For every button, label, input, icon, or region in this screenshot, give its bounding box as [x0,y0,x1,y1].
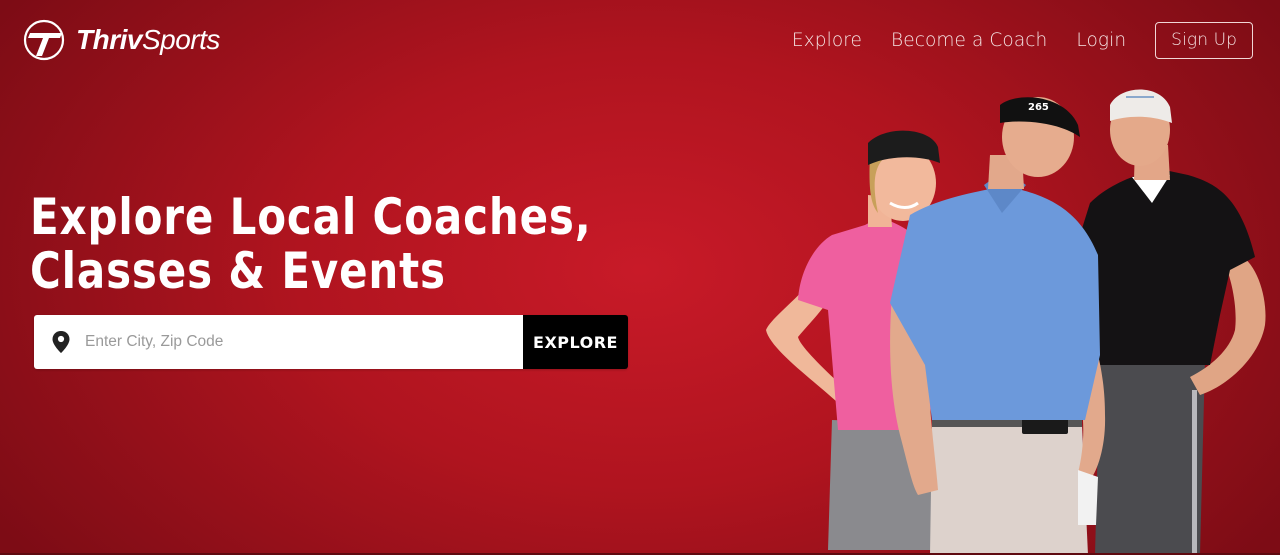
hero-section: ThrivSports Explore Become a Coach Login… [0,0,1280,555]
hero-headline-line2: Classes & Events [30,242,446,300]
brand-name: ThrivSports [76,24,220,56]
nav-login-link[interactable]: Login [1076,30,1126,51]
coaches-image: 265 [766,89,1266,555]
nav-become-coach-link[interactable]: Become a Coach [891,30,1047,51]
top-nav: Explore Become a Coach Login Sign Up [792,22,1253,59]
coach-man-black-figure [1080,89,1266,555]
nav-explore-link[interactable]: Explore [792,30,862,51]
search-field[interactable] [34,315,523,369]
signup-button[interactable]: Sign Up [1155,22,1253,59]
brand-name-light: Sports [141,24,220,55]
location-pin-icon [52,331,70,353]
hero-headline: Explore Local Coaches, Classes & Events [30,190,592,298]
location-search-input[interactable] [83,326,467,358]
thriv-logo-icon [23,19,65,61]
brand-logo[interactable]: ThrivSports [22,19,220,61]
location-search-bar: EXPLORE [34,315,628,369]
hero-headline-line1: Explore Local Coaches, [30,188,592,246]
cap-text: 265 [1028,102,1049,113]
explore-button[interactable]: EXPLORE [523,315,628,369]
brand-name-bold: Thriv [76,24,142,55]
